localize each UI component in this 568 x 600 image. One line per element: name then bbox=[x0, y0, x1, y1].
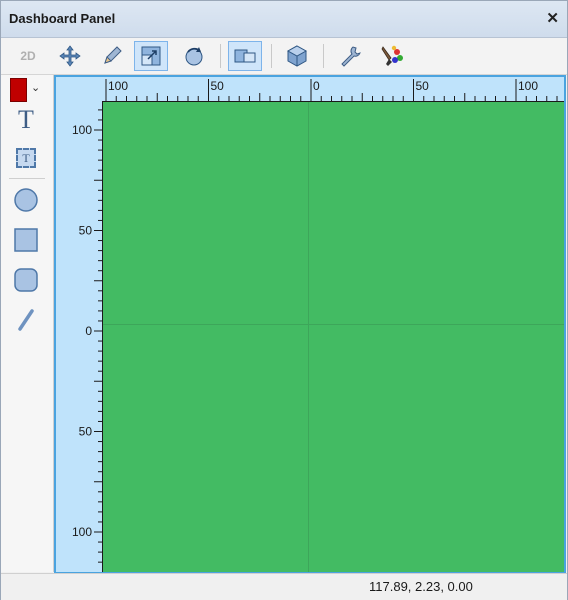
vertical-ruler-scale: 100 50 0 50 100 bbox=[72, 109, 102, 563]
horizontal-axis-line bbox=[103, 324, 564, 325]
horizontal-ruler-scale: 100 50 0 50 100 bbox=[105, 79, 558, 101]
brush-palette-icon bbox=[381, 45, 403, 66]
cursor-coordinates: 117.89, 2.23, 0.00 bbox=[369, 579, 473, 594]
drawing-viewport[interactable]: 100 50 0 50 100 100 50 0 50 100 bbox=[54, 75, 566, 574]
flat-view-icon bbox=[234, 49, 256, 63]
rectangle-icon bbox=[14, 228, 38, 252]
pencil-icon bbox=[104, 46, 122, 64]
resize-button[interactable] bbox=[134, 41, 168, 71]
mode-2d-label[interactable]: 2D bbox=[11, 41, 45, 71]
cube-icon bbox=[286, 45, 308, 67]
ruler-label: 100 bbox=[72, 123, 92, 137]
rotate-icon bbox=[185, 47, 203, 66]
dashboard-panel: Dashboard Panel ✕ 2D ⌄ T T 100 50 0 50 1… bbox=[0, 0, 568, 600]
style-button[interactable] bbox=[375, 41, 409, 71]
ruler-label: 100 bbox=[518, 79, 538, 93]
ruler-label: 0 bbox=[85, 324, 92, 338]
text-tool-icon: T bbox=[18, 105, 34, 134]
text-box-tool-button[interactable]: T bbox=[11, 143, 41, 173]
fill-color-swatch[interactable] bbox=[10, 78, 27, 102]
ruler-label: 50 bbox=[211, 79, 225, 93]
resize-icon bbox=[141, 46, 161, 66]
ruler-label: 50 bbox=[79, 224, 93, 238]
rounded-rectangle-icon bbox=[14, 268, 38, 292]
close-icon[interactable]: ✕ bbox=[546, 9, 559, 27]
text-tool-button[interactable]: T bbox=[11, 105, 41, 135]
rectangle-tool-button[interactable] bbox=[11, 225, 41, 255]
circle-tool-button[interactable] bbox=[11, 185, 41, 215]
circle-icon bbox=[14, 188, 38, 212]
move-button[interactable] bbox=[53, 41, 87, 71]
flat-view-button[interactable] bbox=[228, 41, 262, 71]
cube-button[interactable] bbox=[280, 41, 314, 71]
horizontal-ruler: 100 50 0 50 100 bbox=[102, 77, 564, 102]
text-box-glyph: T bbox=[22, 150, 30, 165]
ruler-label: 100 bbox=[72, 525, 92, 539]
chevron-down-icon[interactable]: ⌄ bbox=[31, 81, 40, 94]
drawing-tools-sidebar: ⌄ T T bbox=[1, 75, 54, 572]
ruler-label: 100 bbox=[108, 79, 128, 93]
ruler-label: 0 bbox=[313, 79, 320, 93]
settings-button[interactable] bbox=[333, 41, 367, 71]
text-box-icon: T bbox=[16, 148, 36, 168]
drawing-canvas[interactable] bbox=[103, 102, 564, 572]
ruler-label: 50 bbox=[79, 425, 93, 439]
rotate-button[interactable] bbox=[177, 41, 211, 71]
vertical-axis-line bbox=[308, 102, 309, 572]
rounded-rectangle-tool-button[interactable] bbox=[11, 265, 41, 295]
status-bar: 117.89, 2.23, 0.00 bbox=[1, 573, 567, 600]
move-icon bbox=[59, 45, 81, 67]
line-icon bbox=[18, 309, 34, 331]
ruler-label: 50 bbox=[416, 79, 430, 93]
line-tool-button[interactable] bbox=[11, 305, 41, 335]
panel-title: Dashboard Panel bbox=[9, 11, 116, 26]
vertical-ruler: 100 50 0 50 100 bbox=[56, 101, 103, 572]
wrench-icon bbox=[341, 46, 361, 67]
toolbar: 2D bbox=[1, 38, 567, 75]
title-bar: Dashboard Panel ✕ bbox=[1, 1, 567, 38]
pencil-button[interactable] bbox=[95, 41, 129, 71]
